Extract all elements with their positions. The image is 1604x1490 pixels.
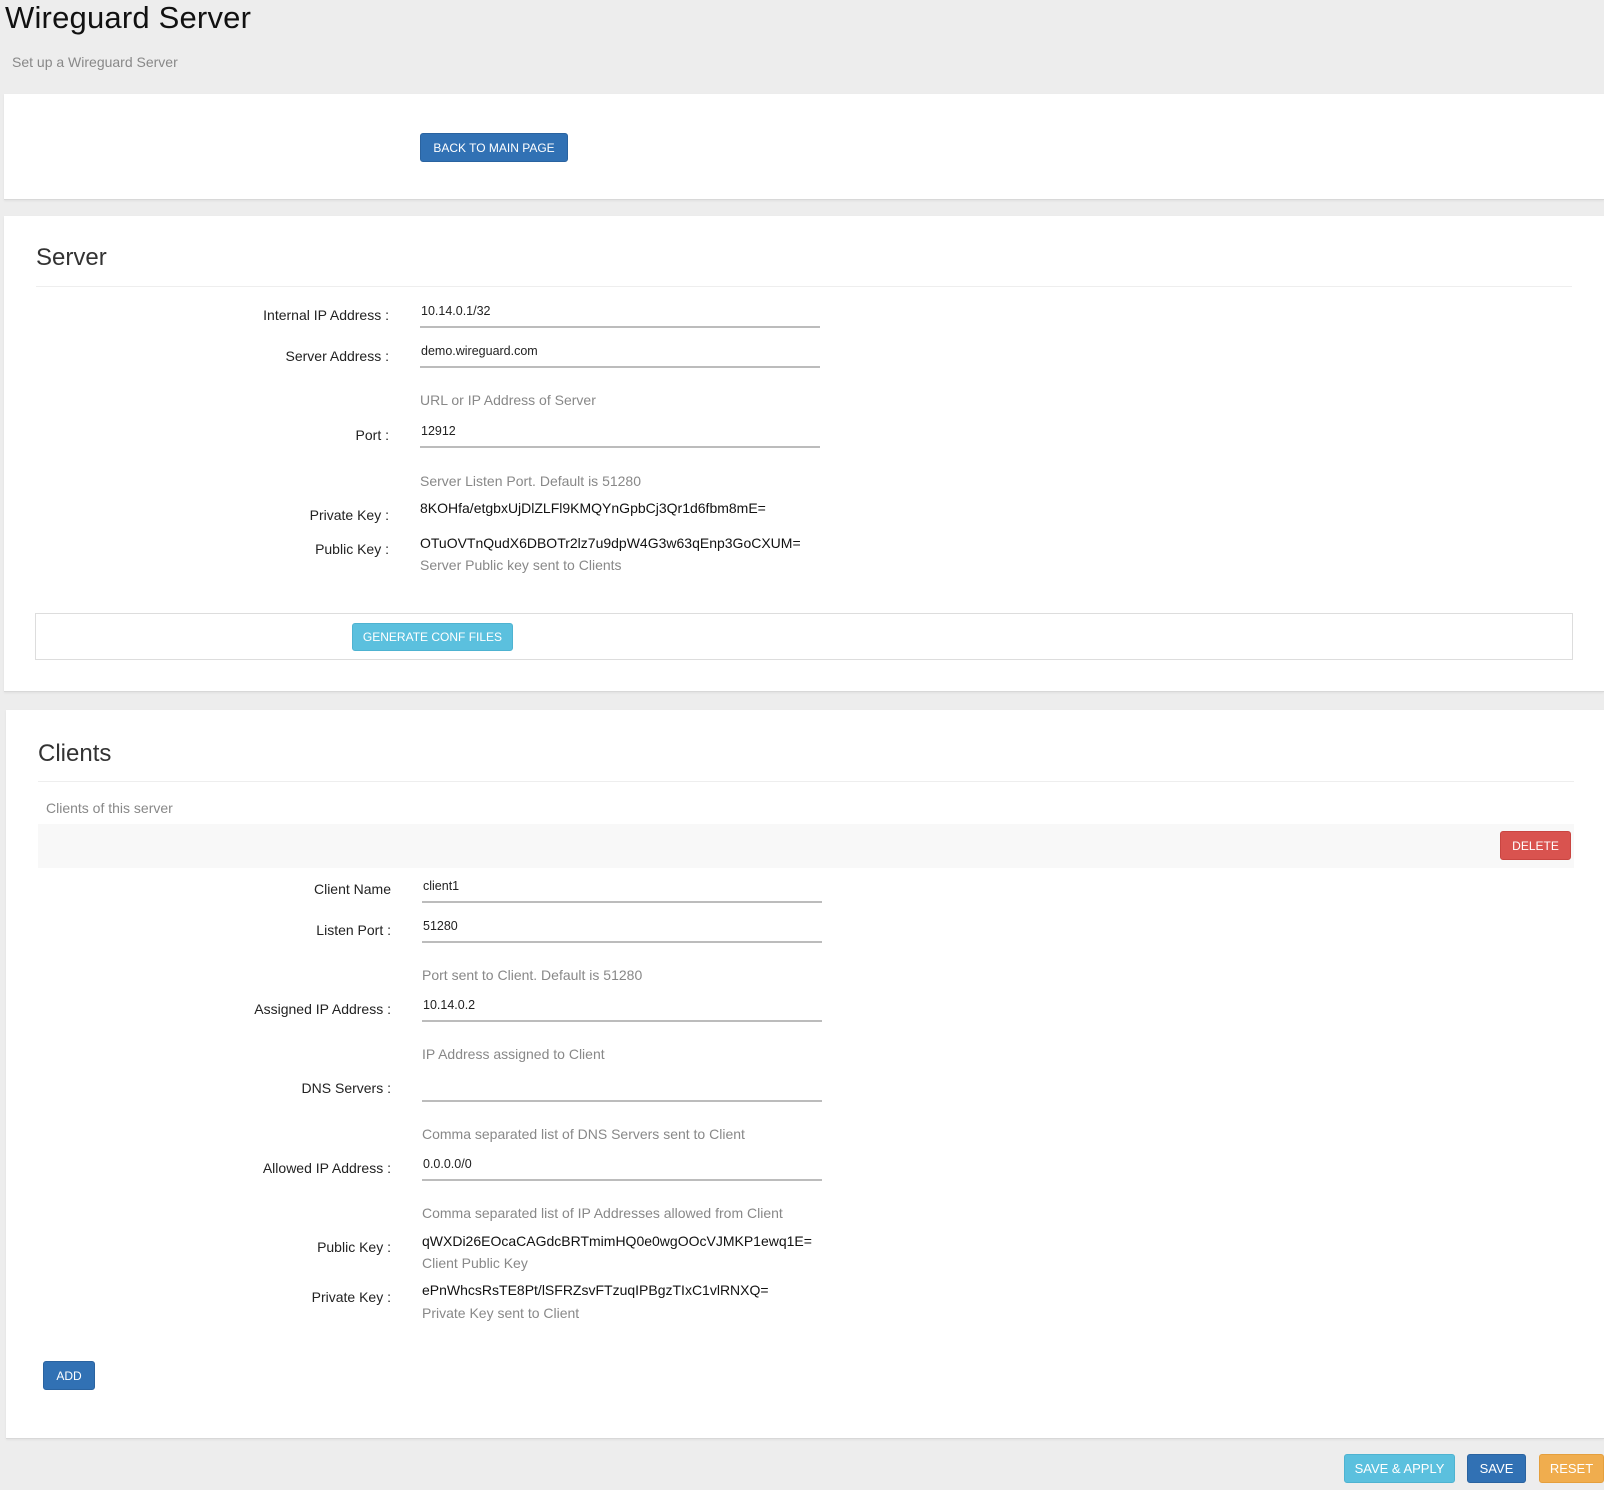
- client-name-label: Client Name: [313, 881, 391, 897]
- port-label: Port :: [355, 427, 389, 443]
- server-private-key-label: Private Key :: [309, 507, 389, 523]
- server-public-key-help: Server Public key sent to Clients: [420, 557, 622, 573]
- save-apply-button[interactable]: Save & Apply: [1344, 1454, 1455, 1483]
- internal-ip-input[interactable]: [420, 298, 820, 328]
- client-name-input[interactable]: [422, 873, 822, 903]
- client-private-key-help: Private Key sent to Client: [422, 1305, 580, 1321]
- server-private-key-value: 8KOHfa/etgbxUjDlZLFl9KMQYnGpbCj3Qr1d6fbm…: [420, 500, 766, 516]
- clients-panel: Clients Clients of this server Delete Cl…: [6, 710, 1604, 1439]
- internal-ip-label: Internal IP Address :: [263, 307, 389, 323]
- reset-button[interactable]: Reset: [1539, 1454, 1604, 1483]
- port-help: Server Listen Port. Default is 51280: [420, 473, 642, 489]
- listen-port-label: Listen Port :: [316, 922, 391, 938]
- dns-servers-label: DNS Servers :: [301, 1080, 391, 1096]
- generate-conf-files-button[interactable]: Generate Conf Files: [352, 623, 513, 651]
- clients-section-title: Clients: [38, 740, 112, 767]
- add-client-button[interactable]: Add: [43, 1361, 95, 1390]
- listen-port-help: Port sent to Client. Default is 51280: [422, 967, 643, 983]
- client-public-key-label: Public Key :: [317, 1239, 391, 1255]
- client-public-key-help: Client Public Key: [422, 1255, 528, 1271]
- server-public-key-label: Public Key :: [315, 541, 389, 557]
- save-button[interactable]: Save: [1467, 1454, 1526, 1483]
- assigned-ip-label: Assigned IP Address :: [254, 1001, 391, 1017]
- client-private-key-label: Private Key :: [311, 1289, 391, 1305]
- server-address-label: Server Address :: [285, 348, 390, 364]
- clients-description: Clients of this server: [46, 800, 173, 816]
- clients-divider: [38, 781, 1574, 782]
- dns-servers-help: Comma separated list of DNS Servers sent…: [422, 1126, 745, 1142]
- page-title: Wireguard Server: [5, 0, 252, 35]
- server-public-key-value: OTuOVTnQudX6DBOTr2lz7u9dpW4G3w63qEnp3GoC…: [420, 535, 801, 551]
- page-subtitle: Set up a Wireguard Server: [12, 54, 178, 70]
- delete-client-button[interactable]: Delete: [1500, 831, 1571, 860]
- dns-servers-input[interactable]: [422, 1072, 822, 1102]
- port-input[interactable]: [420, 418, 820, 448]
- generate-actions-box: Generate Conf Files: [35, 613, 1573, 660]
- back-to-main-button[interactable]: Back to Main Page: [420, 133, 568, 162]
- server-section-title: Server: [36, 244, 107, 271]
- server-panel: Server Internal IP Address : Server Addr…: [4, 216, 1604, 692]
- client-row-header: Delete: [38, 824, 1574, 868]
- top-panel: Back to Main Page: [4, 94, 1604, 200]
- client-private-key-value: ePnWhcsRsTE8Pt/lSFRZsvFTzuqIPBgzTIxC1vlR…: [422, 1282, 769, 1298]
- client-public-key-value: qWXDi26EOcaCAGdcBRTmimHQ0e0wgOOcVJMKP1ew…: [422, 1233, 812, 1249]
- server-address-help: URL or IP Address of Server: [420, 392, 596, 408]
- allowed-ip-help: Comma separated list of IP Addresses all…: [422, 1205, 783, 1221]
- assigned-ip-input[interactable]: [422, 992, 822, 1022]
- allowed-ip-input[interactable]: [422, 1151, 822, 1181]
- listen-port-input[interactable]: [422, 913, 822, 943]
- server-address-input[interactable]: [420, 338, 820, 368]
- allowed-ip-label: Allowed IP Address :: [262, 1160, 391, 1176]
- assigned-ip-help: IP Address assigned to Client: [422, 1046, 605, 1062]
- server-divider: [36, 286, 1572, 287]
